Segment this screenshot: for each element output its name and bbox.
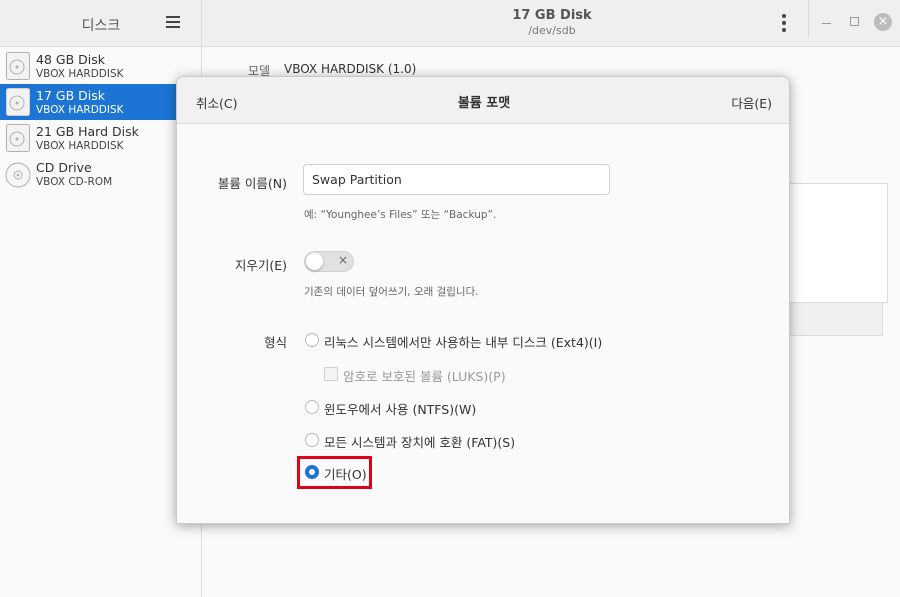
- main-header: 17 GB Disk /dev/sdb ×: [202, 0, 900, 47]
- selection-highlight-box: [297, 456, 372, 489]
- close-icon[interactable]: ×: [874, 13, 892, 31]
- disk-model: VBOX HARDDISK: [36, 104, 124, 116]
- radio-label: 윈도우에서 사용 (NTFS)(W): [324, 402, 477, 417]
- erase-label: 지우기(E): [234, 258, 287, 273]
- luks-label: 암호로 보호된 볼륨 (LUKS)(P): [343, 369, 506, 384]
- radio-button[interactable]: [305, 333, 319, 347]
- menu-icon[interactable]: [166, 15, 182, 29]
- disk-model: VBOX CD-ROM: [36, 176, 113, 188]
- volume-name-input[interactable]: [303, 164, 610, 195]
- optical-disc-icon: [5, 162, 31, 188]
- disk-model: VBOX HARDDISK: [36, 68, 124, 80]
- hard-disk-icon: [6, 88, 30, 116]
- sidebar-header: 디스크: [0, 0, 201, 47]
- radio-label: 리눅스 시스템에서만 사용하는 내부 디스크 (Ext4)(I): [324, 335, 603, 350]
- luks-checkbox: [324, 367, 338, 381]
- next-button[interactable]: 다음(E): [731, 93, 772, 112]
- radio-button[interactable]: [305, 433, 319, 447]
- disk-item-17gb[interactable]: 17 GB Disk VBOX HARDDISK: [0, 84, 202, 120]
- maximize-icon[interactable]: [850, 17, 859, 26]
- dialog-header: 취소(C) 볼륨 포맷 다음(E): [177, 77, 789, 124]
- radio-label: 모든 시스템과 장치에 호환 (FAT)(S): [324, 435, 516, 450]
- toggle-knob: [306, 253, 323, 270]
- volume-name-label: 볼륨 이름(N): [217, 176, 287, 191]
- format-volume-dialog: 취소(C) 볼륨 포맷 다음(E) 볼륨 이름(N) 예: “Younghee’…: [176, 76, 790, 524]
- disk-sidebar: 디스크 48 GB Disk VBOX HARDDISK 17 GB Disk …: [0, 0, 202, 597]
- disk-device-path: /dev/sdb: [528, 24, 576, 37]
- model-value: VBOX HARDDISK (1.0): [284, 62, 417, 76]
- erase-hint: 기존의 데이터 덮어쓰기, 오래 걸립니다.: [304, 286, 479, 298]
- disk-name: 21 GB Hard Disk: [36, 124, 139, 139]
- toggle-off-icon: ×: [338, 253, 349, 267]
- disk-name: CD Drive: [36, 160, 92, 175]
- more-options-icon[interactable]: [780, 14, 788, 32]
- volume-map-panel: [780, 183, 888, 303]
- minimize-icon[interactable]: [822, 16, 832, 26]
- disk-model: VBOX HARDDISK: [36, 140, 124, 152]
- type-label: 형식: [263, 335, 287, 350]
- erase-toggle[interactable]: ×: [304, 251, 354, 272]
- disk-title: 17 GB Disk: [512, 8, 592, 23]
- disk-name: 17 GB Disk: [36, 88, 105, 103]
- volume-name-hint: 예: “Younghee’s Files” 또는 “Backup”.: [304, 209, 497, 221]
- disk-item-21gb[interactable]: 21 GB Hard Disk VBOX HARDDISK: [0, 120, 202, 156]
- disk-name: 48 GB Disk: [36, 52, 105, 67]
- disk-item-48gb[interactable]: 48 GB Disk VBOX HARDDISK: [0, 48, 202, 84]
- radio-button[interactable]: [305, 400, 319, 414]
- volume-toolbar: [780, 302, 883, 336]
- header-divider: [808, 0, 809, 38]
- hard-disk-icon: [6, 124, 30, 152]
- hard-disk-icon: [6, 52, 30, 80]
- dialog-title: 볼륨 포맷: [457, 96, 511, 111]
- disk-item-cd-drive[interactable]: CD Drive VBOX CD-ROM: [0, 156, 202, 192]
